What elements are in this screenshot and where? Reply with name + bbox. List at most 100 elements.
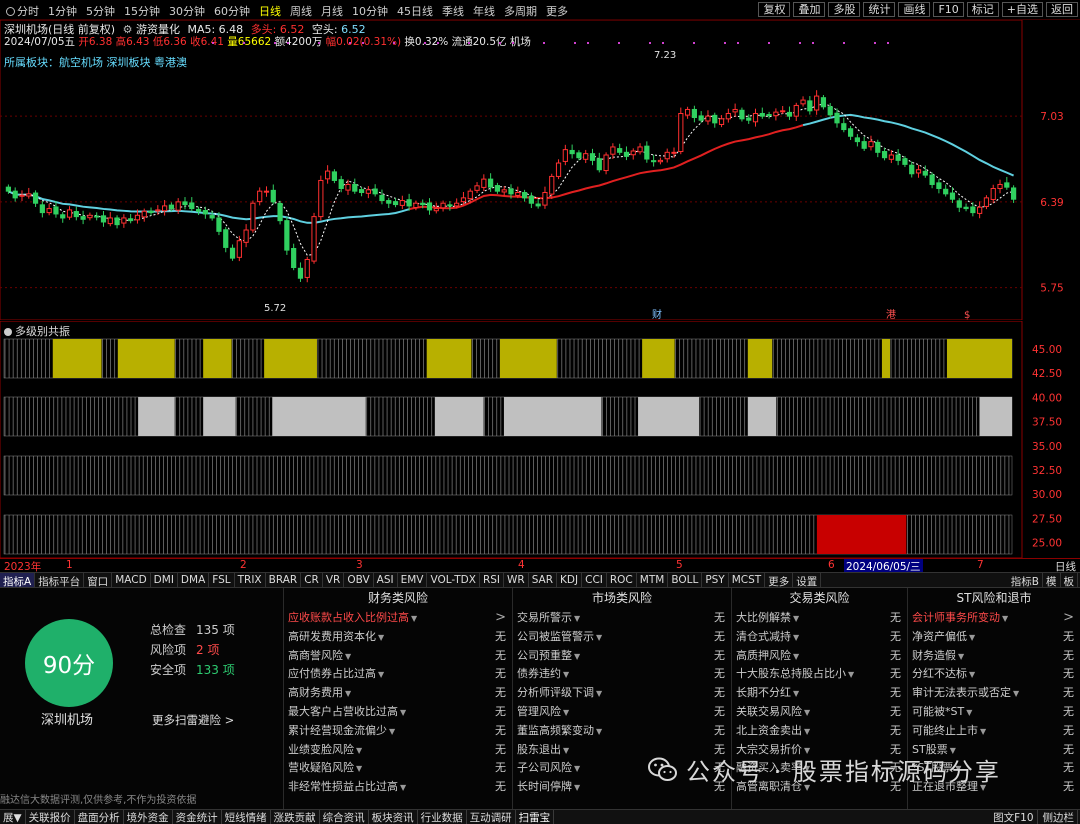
indicator-tab[interactable]: 窗口 [84, 573, 113, 588]
chart-tool-button[interactable]: 统计 [863, 2, 896, 17]
indicator-tab[interactable]: MACD [112, 573, 151, 587]
period-tab[interactable]: 5分钟 [82, 3, 120, 19]
risk-item[interactable]: 营收疑陷风险 ▼ 无 [284, 758, 512, 777]
bottom-tab[interactable]: 板块资讯 [369, 810, 418, 824]
risk-item[interactable]: 北上资金卖出 ▼ 无 [732, 721, 907, 740]
panel-toggle-icon[interactable] [4, 328, 12, 336]
bottom-tab[interactable]: 盘面分析 [75, 810, 124, 824]
risk-item[interactable]: 关联交易风险 ▼ 无 [732, 702, 907, 721]
chart-tool-button[interactable]: +自选 [1001, 2, 1043, 17]
risk-item[interactable]: 董监高频繁变动 ▼ 无 [513, 721, 731, 740]
indicator-tab-right[interactable]: 指标B [1008, 573, 1043, 589]
subpanel-title[interactable]: 多级别共振 [4, 323, 70, 339]
risk-item[interactable]: 净资产偏低 ▼ 无 [908, 627, 1080, 646]
kline-chart[interactable]: 7.03 6.39 5.75 7.23 5.72 财 港 $ [0, 20, 1080, 320]
period-tab[interactable]: 季线 [438, 3, 469, 19]
risk-item[interactable]: 长期不分红 ▼ 无 [732, 683, 907, 702]
risk-item[interactable]: 高质押风险 ▼ 无 [732, 646, 907, 665]
risk-item[interactable]: 可能终止上市 ▼ 无 [908, 721, 1080, 740]
risk-item[interactable]: 财务造假 ▼ 无 [908, 646, 1080, 665]
indicator-tab[interactable]: VOL-TDX [427, 573, 480, 587]
bottom-tab[interactable]: 涨跌贡献 [271, 810, 320, 824]
indicator-tab[interactable]: CR [301, 573, 323, 587]
indicator-tab[interactable]: PSY [702, 573, 729, 587]
risk-item[interactable]: 高研发费用资本化 ▼ 无 [284, 627, 512, 646]
event-marker[interactable]: 港 [886, 309, 896, 320]
chart-tool-button[interactable]: 叠加 [793, 2, 826, 17]
period-tab[interactable]: 月线 [317, 3, 348, 19]
indicator-tab[interactable]: EMV [398, 573, 428, 587]
risk-item[interactable]: 高财务费用 ▼ 无 [284, 683, 512, 702]
bottom-tab[interactable]: 关联报价 [26, 810, 75, 824]
chart-tool-button[interactable]: 画线 [898, 2, 931, 17]
risk-item[interactable]: 债券违约 ▼ 无 [513, 664, 731, 683]
period-tab[interactable]: 日线 [255, 3, 286, 19]
period-tab[interactable]: 年线 [469, 3, 500, 19]
risk-item[interactable]: 高商誉风险 ▼ 无 [284, 646, 512, 665]
risk-item[interactable]: 可能被*ST ▼ 无 [908, 702, 1080, 721]
bottom-tab[interactable]: 行业数据 [418, 810, 467, 824]
risk-item[interactable]: 会计师事务所变动 ▼ > [908, 608, 1080, 627]
period-tab[interactable]: 45日线 [393, 3, 438, 19]
risk-item[interactable]: 累计经营现金流偏少 ▼ 无 [284, 721, 512, 740]
indicator-tab[interactable]: SAR [529, 573, 558, 587]
indicator-tab[interactable]: 更多 [765, 573, 794, 588]
risk-item[interactable]: 应付债券占比过高 ▼ 无 [284, 664, 512, 683]
bottom-tab[interactable]: 扫雷宝 [516, 810, 555, 824]
period-tab[interactable]: 分时 [2, 3, 44, 19]
risk-item[interactable]: 最大客户占营收比过高 ▼ 无 [284, 702, 512, 721]
indicator-tab[interactable]: TRIX [235, 573, 266, 587]
risk-item[interactable]: 清仓式减持 ▼ 无 [732, 627, 907, 646]
more-scan-link[interactable]: 更多扫雷避险 > [152, 712, 234, 728]
indicator-tab[interactable]: WR [504, 573, 529, 587]
risk-item[interactable]: 十大股东总持股占比小 ▼ 无 [732, 664, 907, 683]
bottom-tab[interactable]: 综合资讯 [320, 810, 369, 824]
indicator-tab[interactable]: RSI [480, 573, 504, 587]
bottom-tab[interactable]: 展▼ [0, 810, 26, 824]
period-tab[interactable]: 15分钟 [120, 3, 165, 19]
indicator-tab[interactable]: KDJ [557, 573, 583, 587]
indicator-tab[interactable]: BOLL [668, 573, 703, 587]
indicator-tab[interactable]: DMA [178, 573, 210, 587]
risk-item[interactable]: 分析师评级下调 ▼ 无 [513, 683, 731, 702]
indicator-tab[interactable]: ASI [374, 573, 398, 587]
risk-item[interactable]: 大比例解禁 ▼ 无 [732, 608, 907, 627]
risk-item[interactable]: 公司被监管警示 ▼ 无 [513, 627, 731, 646]
period-tab[interactable]: 多周期 [500, 3, 542, 19]
bottom-tab[interactable]: 短线情绪 [222, 810, 271, 824]
risk-item[interactable]: 审计无法表示或否定 ▼ 无 [908, 683, 1080, 702]
bottom-right-tab[interactable]: 侧边栏 [1040, 810, 1078, 824]
risk-item[interactable]: 业绩变脸风险 ▼ 无 [284, 740, 512, 759]
indicator-tab[interactable]: 指标A [0, 573, 36, 588]
indicator-tab[interactable]: CCI [582, 573, 607, 587]
risk-item[interactable]: 应收账款占收入比例过高 ▼ > [284, 608, 512, 627]
risk-item[interactable]: 交易所警示 ▼ 无 [513, 608, 731, 627]
resonance-chart[interactable]: 45.00 42.50 40.00 37.50 35.00 32.50 30.00 27.50… [0, 321, 1080, 558]
indicator-tab[interactable]: 设置 [793, 573, 822, 588]
indicator-tab[interactable]: ROC [607, 573, 637, 587]
bottom-tab[interactable]: 资金统计 [173, 810, 222, 824]
chart-tool-button[interactable]: 多股 [828, 2, 861, 17]
indicator-tab[interactable]: MCST [729, 573, 766, 587]
risk-item[interactable]: 分红不达标 ▼ 无 [908, 664, 1080, 683]
indicator-tab[interactable]: BRAR [266, 573, 302, 587]
indicator-tab[interactable]: FSL [209, 573, 235, 587]
indicator-tab[interactable]: DMI [151, 573, 178, 587]
chart-tool-button[interactable]: 标记 [966, 2, 999, 17]
event-marker[interactable]: $ [964, 310, 970, 320]
period-tab[interactable]: 1分钟 [44, 3, 82, 19]
indicator-tab-right[interactable]: 模 [1043, 573, 1061, 589]
indicator-tab[interactable]: MTM [637, 573, 669, 587]
risk-item[interactable]: 管理风险 ▼ 无 [513, 702, 731, 721]
bottom-right-tab[interactable]: 图文F10 [990, 810, 1038, 824]
indicator-tab[interactable]: VR [323, 573, 345, 587]
period-tab[interactable]: 周线 [286, 3, 317, 19]
chart-tool-button[interactable]: 返回 [1046, 2, 1078, 17]
indicator-tab-right[interactable]: 板 [1061, 573, 1078, 589]
period-tab[interactable]: 30分钟 [165, 3, 210, 19]
risk-item[interactable]: 非经常性损益占比过高 ▼ 无 [284, 777, 512, 796]
period-tab[interactable]: 60分钟 [210, 3, 255, 19]
period-tab[interactable]: 10分钟 [348, 3, 393, 19]
indicator-tab[interactable]: 指标平台 [35, 573, 85, 588]
chart-tool-button[interactable]: 复权 [758, 2, 791, 17]
